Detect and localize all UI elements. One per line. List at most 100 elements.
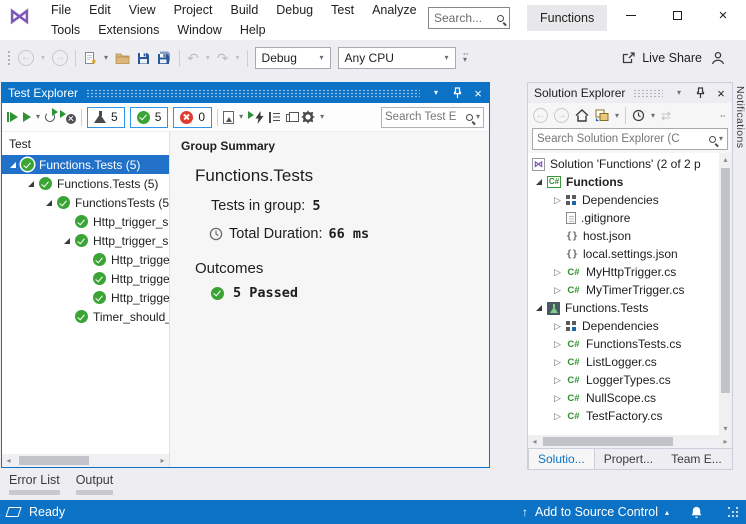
- resize-grip[interactable]: [728, 507, 739, 518]
- scroll-up-icon[interactable]: ▴: [719, 153, 732, 166]
- navigate-back-icon[interactable]: ←: [18, 50, 34, 66]
- expander-icon[interactable]: [59, 238, 74, 244]
- test-tree-row[interactable]: FunctionsTests (5): [2, 193, 169, 212]
- test-tree-row[interactable]: Timer_should_log_: [2, 307, 169, 326]
- scrollbar-thumb[interactable]: [543, 437, 673, 446]
- expander-icon[interactable]: [531, 305, 546, 311]
- solution-tree-row[interactable]: {}local.settings.json: [528, 245, 719, 263]
- solution-explorer-title-bar[interactable]: Solution Explorer ▾ ×: [528, 83, 732, 103]
- open-folder-icon[interactable]: [115, 52, 130, 64]
- menu-item-help[interactable]: Help: [231, 23, 275, 37]
- test-tree-row[interactable]: Http_trigger_sho: [2, 288, 169, 307]
- forward-icon[interactable]: →: [554, 108, 569, 123]
- expander-icon[interactable]: ▷: [550, 394, 565, 403]
- vertical-scrollbar[interactable]: ▴ ▾: [719, 153, 732, 435]
- back-icon[interactable]: ←: [533, 108, 548, 123]
- maximize-button[interactable]: [654, 0, 700, 30]
- navigate-back-dropdown-icon[interactable]: ▾: [41, 54, 45, 62]
- menu-item-project[interactable]: Project: [165, 3, 222, 17]
- redo-icon[interactable]: ↷: [217, 51, 229, 65]
- test-tree-row[interactable]: Functions.Tests (5): [2, 155, 169, 174]
- horizontal-scrollbar[interactable]: ◂ ▸: [528, 435, 732, 448]
- expander-icon[interactable]: [531, 179, 546, 185]
- solution-platforms-dropdown[interactable]: Any CPU ▾: [338, 47, 456, 69]
- tool-window-tab-solutio[interactable]: Solutio...: [528, 449, 595, 469]
- test-explorer-title-bar[interactable]: Test Explorer ▾ ×: [2, 83, 489, 103]
- bell-icon[interactable]: [690, 506, 703, 519]
- scrollbar-thumb[interactable]: [721, 168, 730, 393]
- window-position-icon[interactable]: ▾: [671, 89, 687, 97]
- minimize-button[interactable]: [608, 0, 654, 30]
- expander-icon[interactable]: ▷: [550, 340, 565, 349]
- solution-tree-row[interactable]: ▷C#MyTimerTrigger.cs: [528, 281, 719, 299]
- pending-changes-filter-icon[interactable]: [632, 109, 645, 122]
- scroll-left-icon[interactable]: ◂: [528, 435, 541, 448]
- menu-item-tools[interactable]: Tools: [42, 23, 89, 37]
- solution-tree-row[interactable]: .gitignore: [528, 209, 719, 227]
- expander-icon[interactable]: [23, 181, 38, 187]
- expander-icon[interactable]: [41, 200, 56, 206]
- new-project-icon[interactable]: [83, 51, 97, 65]
- expander-icon[interactable]: ▷: [550, 286, 565, 295]
- menu-item-file[interactable]: File: [42, 3, 80, 17]
- save-icon[interactable]: [137, 52, 150, 65]
- repeat-last-run-icon[interactable]: [45, 112, 55, 122]
- cancel-run-icon[interactable]: [60, 110, 76, 124]
- group-by-icon[interactable]: [269, 112, 281, 123]
- filter-dropdown-icon[interactable]: ▾: [651, 112, 655, 120]
- window-position-icon[interactable]: ▾: [428, 89, 444, 97]
- filter-passed-tests-button[interactable]: 5: [130, 107, 169, 128]
- solution-configurations-dropdown[interactable]: Debug ▾: [255, 47, 331, 69]
- account-icon[interactable]: [710, 51, 725, 65]
- filter-total-tests-button[interactable]: 5: [87, 107, 125, 128]
- switch-views-icon[interactable]: [595, 109, 609, 122]
- solution-tree-row[interactable]: Functions.Tests: [528, 299, 719, 317]
- tool-window-tab-teame[interactable]: Team E...: [662, 449, 731, 469]
- new-project-dropdown-icon[interactable]: ▾: [104, 54, 108, 62]
- live-share-button[interactable]: Live Share: [621, 51, 702, 65]
- solution-tree-row[interactable]: C#Functions: [528, 173, 719, 191]
- settings-gear-icon[interactable]: [301, 110, 315, 124]
- scroll-left-icon[interactable]: ◂: [2, 454, 15, 467]
- scroll-right-icon[interactable]: ▸: [719, 435, 732, 448]
- playlist-dropdown-icon[interactable]: ▾: [239, 113, 243, 121]
- solution-tree-row[interactable]: ▷C#ListLogger.cs: [528, 353, 719, 371]
- expander-icon[interactable]: ▷: [550, 268, 565, 277]
- undo-icon[interactable]: ↶: [187, 51, 199, 65]
- scroll-right-icon[interactable]: ▸: [156, 454, 169, 467]
- menu-item-extensions[interactable]: Extensions: [89, 23, 168, 37]
- test-tree-row[interactable]: Http_trigger_sho: [2, 269, 169, 288]
- test-tree-row[interactable]: Http_trigger_shoul: [2, 231, 169, 250]
- run-tests-after-build-icon[interactable]: [248, 111, 264, 124]
- menu-item-test[interactable]: Test: [322, 3, 363, 17]
- scroll-down-icon[interactable]: ▾: [719, 422, 732, 435]
- menu-item-analyze[interactable]: Analyze: [363, 3, 425, 17]
- menu-item-debug[interactable]: Debug: [267, 3, 322, 17]
- settings-dropdown-icon[interactable]: ▾: [320, 113, 324, 121]
- expander-icon[interactable]: ▷: [550, 376, 565, 385]
- solution-tree-row[interactable]: ▷C#LoggerTypes.cs: [528, 371, 719, 389]
- solution-explorer-search-box[interactable]: Search Solution Explorer (C ▾: [532, 128, 728, 150]
- panel-tab-error-list[interactable]: Error List: [9, 473, 60, 495]
- notifications-side-tab[interactable]: Notifications: [733, 82, 746, 200]
- switch-views-dropdown-icon[interactable]: ▾: [615, 112, 619, 120]
- undo-dropdown-icon[interactable]: ▾: [206, 54, 210, 62]
- close-icon[interactable]: ×: [713, 86, 729, 101]
- close-button[interactable]: ×: [700, 0, 746, 30]
- navigate-forward-icon[interactable]: →: [52, 50, 68, 66]
- solution-tree-row[interactable]: {}host.json: [528, 227, 719, 245]
- expander-icon[interactable]: [5, 162, 20, 168]
- menu-item-build[interactable]: Build: [221, 3, 267, 17]
- toolbar-overflow-icon[interactable]: [720, 115, 727, 117]
- expander-icon[interactable]: ▷: [550, 412, 565, 421]
- close-icon[interactable]: ×: [470, 86, 486, 101]
- run-tests-icon[interactable]: [23, 112, 31, 122]
- menu-item-edit[interactable]: Edit: [80, 3, 120, 17]
- solution-tree-row[interactable]: ▷C#MyHttpTrigger.cs: [528, 263, 719, 281]
- quick-search-box[interactable]: Search...: [428, 7, 510, 29]
- toolbar-overflow-icon[interactable]: ▾: [463, 53, 468, 64]
- menu-item-view[interactable]: View: [120, 3, 165, 17]
- solution-tree-row[interactable]: ▷C#FunctionsTests.cs: [528, 335, 719, 353]
- filter-failed-tests-button[interactable]: 0: [173, 107, 212, 128]
- test-hierarchy-icon[interactable]: [286, 114, 294, 122]
